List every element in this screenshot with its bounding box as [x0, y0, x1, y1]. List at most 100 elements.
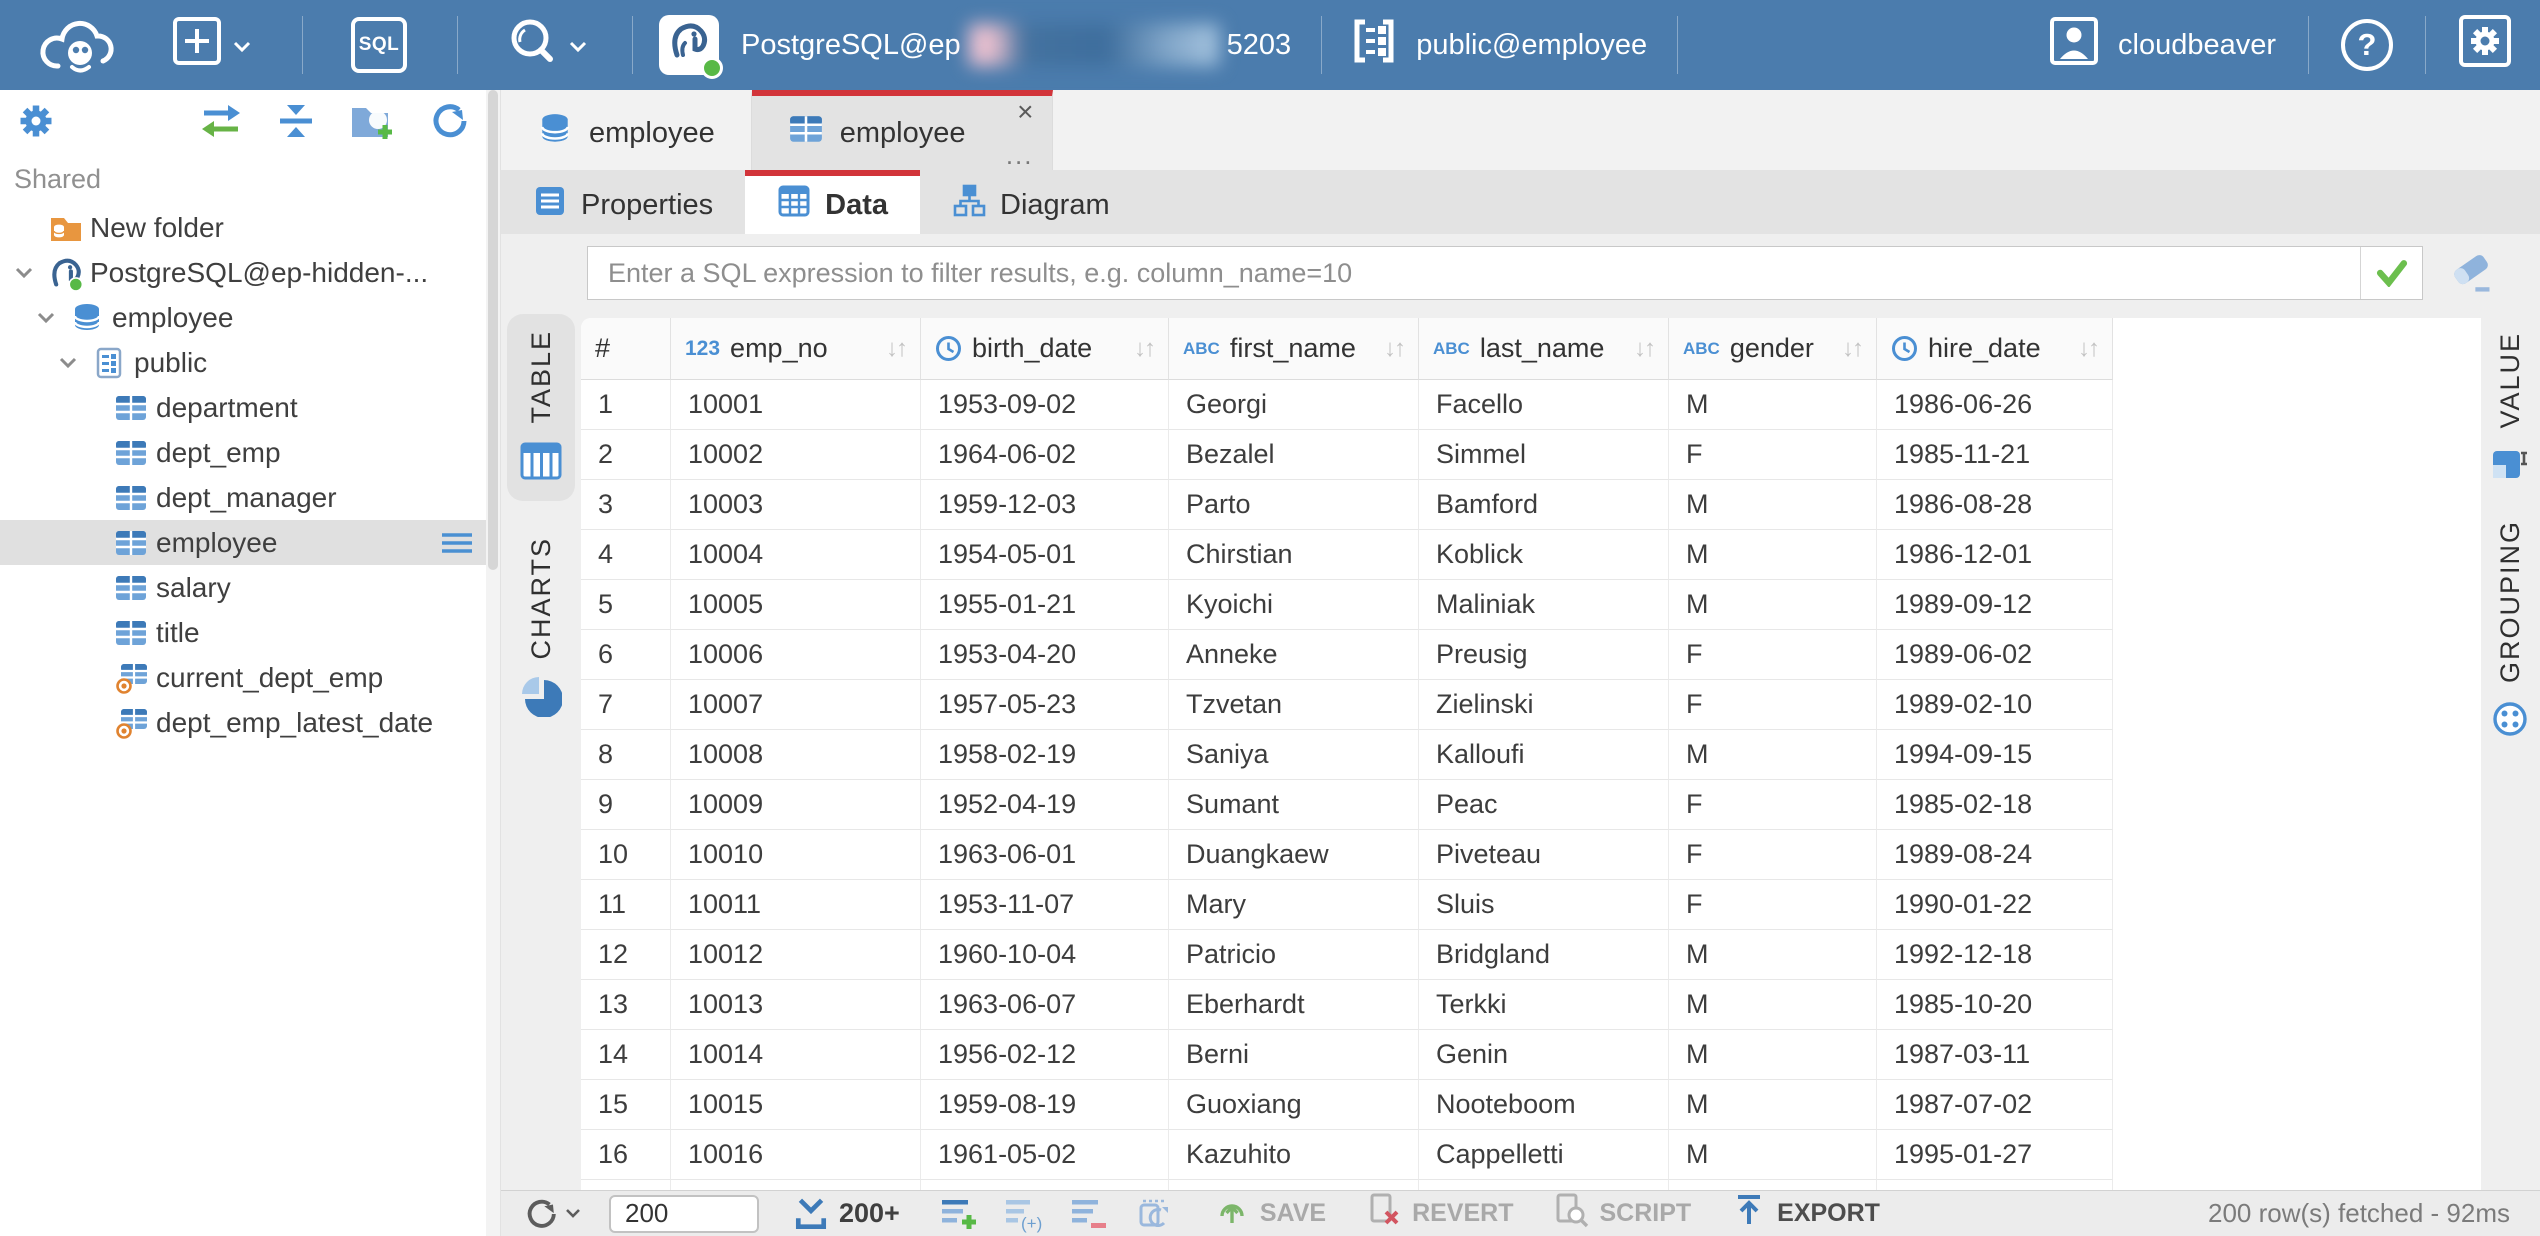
sidebar-scrollbar[interactable]: [486, 90, 500, 1236]
grid-cell[interactable]: 10008: [671, 730, 921, 780]
connection-name[interactable]: PostgreSQL@ep5203: [741, 24, 1291, 66]
sort-icon[interactable]: ↓↑: [886, 335, 906, 363]
new-folder-button[interactable]: [348, 100, 396, 147]
grid-cell[interactable]: 1986-06-26: [1877, 380, 2113, 430]
grid-cell[interactable]: Kalloufi: [1419, 730, 1669, 780]
column-header-gender[interactable]: ABCgender↓↑: [1669, 318, 1877, 380]
tree-item-department[interactable]: department: [0, 385, 500, 430]
grid-cell[interactable]: 1955-01-21: [921, 580, 1169, 630]
grid-cell[interactable]: M: [1669, 1130, 1877, 1180]
export-button[interactable]: EXPORT: [1731, 1192, 1880, 1235]
user-menu[interactable]: cloudbeaver: [2048, 15, 2276, 75]
row-number[interactable]: 2: [581, 430, 671, 480]
tree-item-current-dept-emp[interactable]: current_dept_emp: [0, 655, 500, 700]
row-number[interactable]: 11: [581, 880, 671, 930]
grid-cell[interactable]: 10002: [671, 430, 921, 480]
grid-cell[interactable]: 10005: [671, 580, 921, 630]
presentation-tab-charts[interactable]: CHARTS: [507, 521, 575, 737]
row-number[interactable]: 8: [581, 730, 671, 780]
grid-cell[interactable]: 1992-12-18: [1877, 930, 2113, 980]
grid-cell[interactable]: Eberhardt: [1169, 980, 1419, 1030]
help-button[interactable]: ?: [2341, 19, 2393, 71]
grid-cell[interactable]: 1953-09-02: [921, 380, 1169, 430]
grid-cell[interactable]: Simmel: [1419, 430, 1669, 480]
grid-cell[interactable]: Piveteau: [1419, 830, 1669, 880]
grid-cell[interactable]: 1994-09-15: [1877, 730, 2113, 780]
tree-item-employee[interactable]: employee: [0, 520, 500, 565]
row-number[interactable]: 4: [581, 530, 671, 580]
grid-cell[interactable]: 1986-08-28: [1877, 480, 2113, 530]
grid-cell[interactable]: Patricio: [1169, 930, 1419, 980]
grid-cell[interactable]: 10007: [671, 680, 921, 730]
grid-cell[interactable]: M: [1669, 730, 1877, 780]
row-number[interactable]: 7: [581, 680, 671, 730]
grid-cell[interactable]: Anneke: [1169, 630, 1419, 680]
grid-cell[interactable]: 10004: [671, 530, 921, 580]
tree-item-title[interactable]: title: [0, 610, 500, 655]
grid-cell[interactable]: 10016: [671, 1130, 921, 1180]
connection-search-button[interactable]: [504, 13, 588, 77]
column-header-hire_date[interactable]: hire_date↓↑: [1877, 318, 2113, 380]
fetch-size-input[interactable]: [609, 1195, 759, 1233]
cloudbeaver-logo[interactable]: [34, 14, 116, 76]
grid-cell[interactable]: 1989-09-12: [1877, 580, 2113, 630]
grid-cell[interactable]: Parto: [1169, 480, 1419, 530]
grid-cell[interactable]: Saniya: [1169, 730, 1419, 780]
row-number[interactable]: 12: [581, 930, 671, 980]
row-number[interactable]: 5: [581, 580, 671, 630]
filter-input[interactable]: [588, 247, 2360, 299]
grid-cell[interactable]: 1987-07-02: [1877, 1080, 2113, 1130]
grid-cell[interactable]: Georgi: [1169, 380, 1419, 430]
row-number[interactable]: 3: [581, 480, 671, 530]
grid-cell[interactable]: M: [1669, 480, 1877, 530]
grid-cell[interactable]: 1987-03-11: [1877, 1030, 2113, 1080]
fetch-more-button[interactable]: 200+: [793, 1197, 900, 1231]
column-header-rownum[interactable]: #: [581, 318, 671, 380]
panel-toggle-grouping[interactable]: GROUPING: [2480, 520, 2540, 744]
panel-toggle-value[interactable]: VALUE: [2480, 332, 2540, 490]
row-number[interactable]: 13: [581, 980, 671, 1030]
grid-cell[interactable]: 1985-02-18: [1877, 780, 2113, 830]
grid-cell[interactable]: Facello: [1419, 380, 1669, 430]
grid-cell[interactable]: 10009: [671, 780, 921, 830]
grid-cell[interactable]: Cappelletti: [1419, 1130, 1669, 1180]
grid-cell[interactable]: 10010: [671, 830, 921, 880]
refresh-grid-button[interactable]: [1134, 1195, 1172, 1233]
sort-icon[interactable]: ↓↑: [1634, 335, 1654, 363]
grid-cell[interactable]: 10013: [671, 980, 921, 1030]
refresh-results-button[interactable]: [521, 1195, 581, 1233]
tab-employee-database[interactable]: employee: [501, 90, 752, 170]
sort-icon[interactable]: ↓↑: [1134, 335, 1154, 363]
tree-item-dept-manager[interactable]: dept_manager: [0, 475, 500, 520]
grid-cell[interactable]: 1964-06-02: [921, 430, 1169, 480]
grid-cell[interactable]: M: [1669, 930, 1877, 980]
grid-cell[interactable]: Genin: [1419, 1030, 1669, 1080]
grid-cell[interactable]: M: [1669, 1030, 1877, 1080]
grid-cell[interactable]: F: [1669, 880, 1877, 930]
connection-selector[interactable]: [659, 15, 719, 75]
grid-cell[interactable]: M: [1669, 1080, 1877, 1130]
grid-cell[interactable]: Sumant: [1169, 780, 1419, 830]
grid-cell[interactable]: Peac: [1419, 780, 1669, 830]
grid-cell[interactable]: 1985-11-21: [1877, 430, 2113, 480]
grid-cell[interactable]: Nooteboom: [1419, 1080, 1669, 1130]
grid-cell[interactable]: 10003: [671, 480, 921, 530]
sql-editor-button[interactable]: SQL: [351, 17, 407, 73]
schema-selector[interactable]: public@employee: [1348, 15, 1647, 75]
grid-cell[interactable]: Guoxiang: [1169, 1080, 1419, 1130]
column-header-birth_date[interactable]: birth_date↓↑: [921, 318, 1169, 380]
grid-cell[interactable]: Maliniak: [1419, 580, 1669, 630]
expander-icon[interactable]: [14, 266, 48, 280]
grid-cell[interactable]: 1959-12-03: [921, 480, 1169, 530]
grid-cell[interactable]: Kazuhito: [1169, 1130, 1419, 1180]
row-number[interactable]: 1: [581, 380, 671, 430]
script-button[interactable]: SCRIPT: [1553, 1192, 1691, 1235]
add-row-button[interactable]: [940, 1195, 978, 1233]
grid-cell[interactable]: F: [1669, 630, 1877, 680]
grid-cell[interactable]: Chirstian: [1169, 530, 1419, 580]
grid-cell[interactable]: 1959-08-19: [921, 1080, 1169, 1130]
grid-cell[interactable]: Bezalel: [1169, 430, 1419, 480]
presentation-tab-table[interactable]: TABLE: [507, 314, 575, 501]
grid-cell[interactable]: 1957-05-23: [921, 680, 1169, 730]
grid-cell[interactable]: 1961-05-02: [921, 1130, 1169, 1180]
